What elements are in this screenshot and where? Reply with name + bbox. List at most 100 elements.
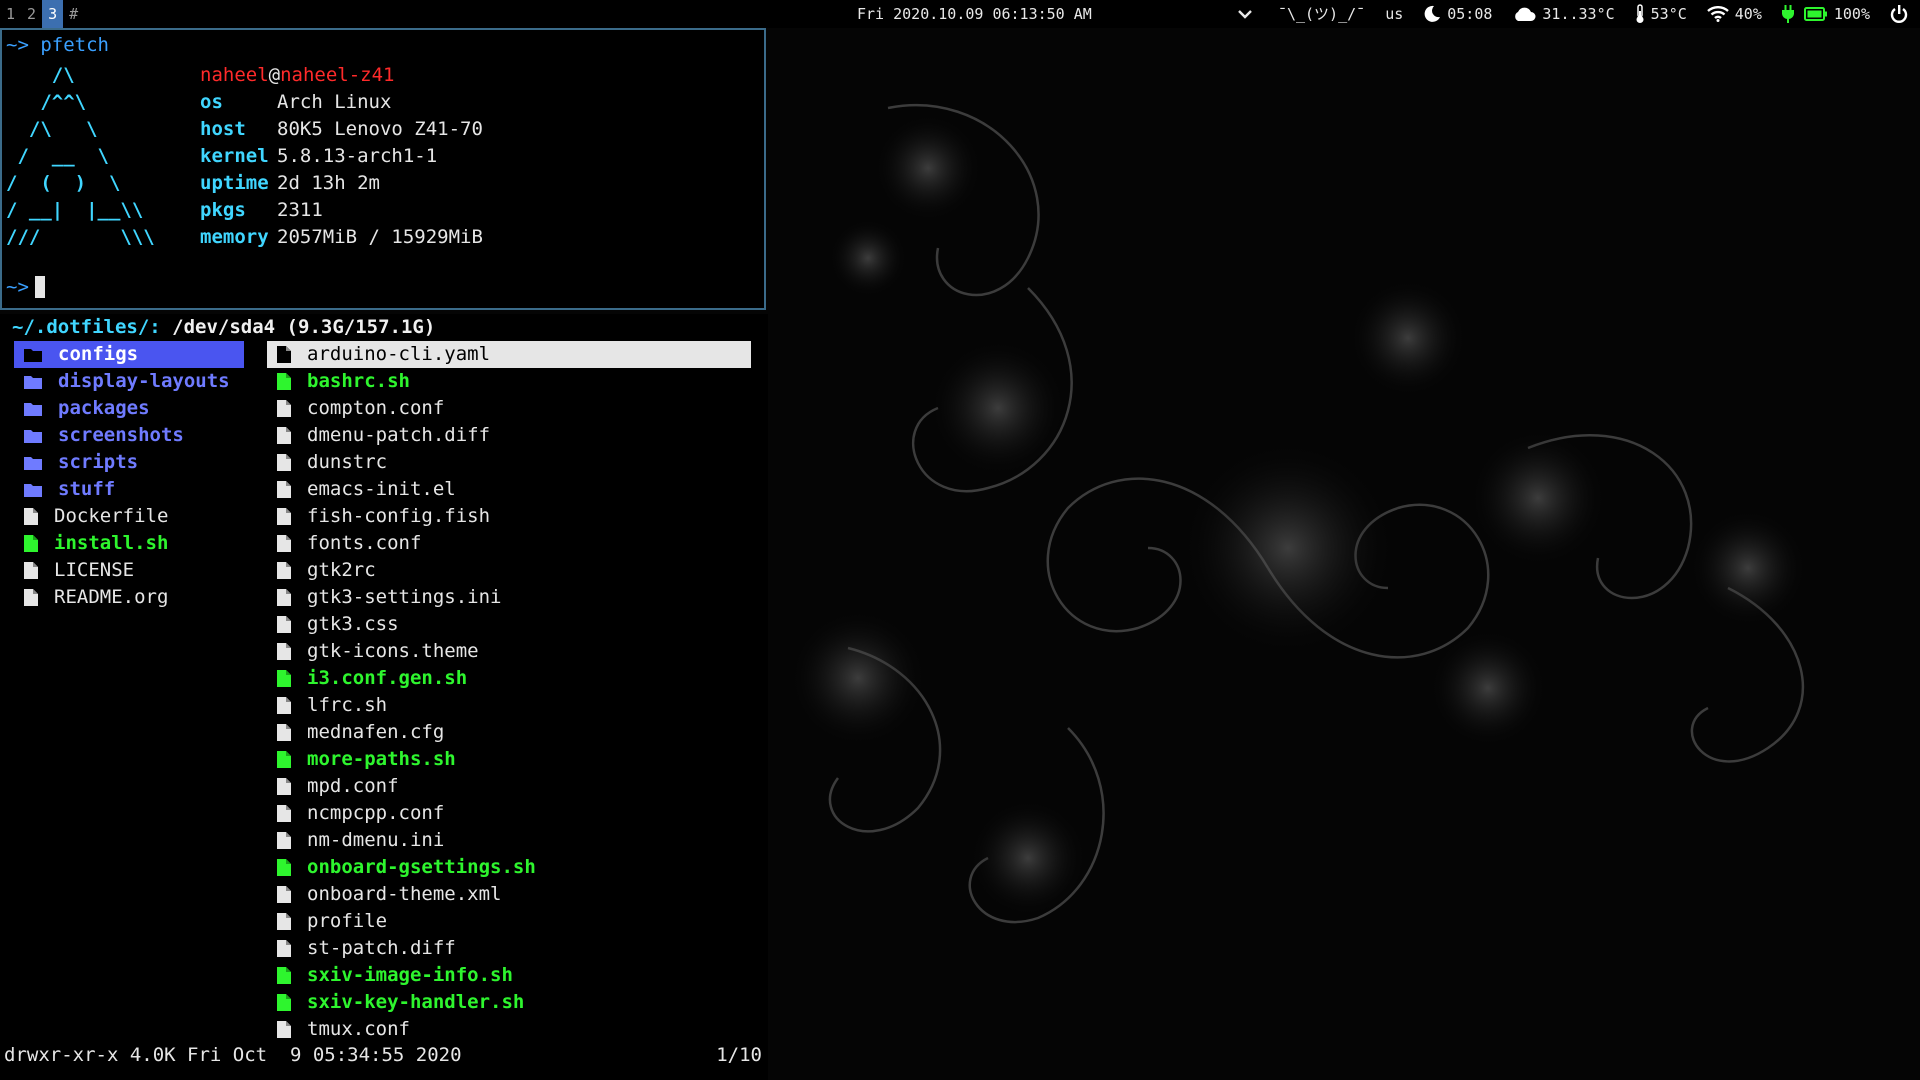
- list-item[interactable]: Dockerfile: [14, 503, 244, 530]
- list-item[interactable]: fish-config.fish: [267, 503, 751, 530]
- list-item[interactable]: gtk2rc: [267, 557, 751, 584]
- prompt-line-active[interactable]: ~>: [6, 274, 45, 301]
- list-item[interactable]: emacs-init.el: [267, 476, 751, 503]
- list-item[interactable]: packages: [14, 395, 244, 422]
- list-item[interactable]: onboard-theme.xml: [267, 881, 751, 908]
- list-item[interactable]: st-patch.diff: [267, 935, 751, 962]
- list-item[interactable]: i3.conf.gen.sh: [267, 665, 751, 692]
- list-item[interactable]: README.org: [14, 584, 244, 611]
- list-item[interactable]: scripts: [14, 449, 244, 476]
- command-text: pfetch: [40, 34, 109, 56]
- item-name: mpd.conf: [307, 775, 399, 797]
- file-icon: [277, 967, 291, 984]
- menu-toggle[interactable]: [1238, 9, 1258, 19]
- folder-icon: [24, 401, 42, 416]
- keyboard-layout[interactable]: us: [1385, 0, 1403, 28]
- list-item[interactable]: configs: [14, 341, 244, 368]
- list-item[interactable]: gtk3-settings.ini: [267, 584, 751, 611]
- list-item[interactable]: bashrc.sh: [267, 368, 751, 395]
- item-name: gtk3-settings.ini: [307, 586, 502, 608]
- list-item[interactable]: more-paths.sh: [267, 746, 751, 773]
- item-name: st-patch.diff: [307, 937, 456, 959]
- list-item[interactable]: sxiv-key-handler.sh: [267, 989, 751, 1016]
- file-icon: [24, 562, 38, 579]
- cloud-icon: [1515, 7, 1536, 21]
- list-item[interactable]: onboard-gsettings.sh: [267, 854, 751, 881]
- item-name: sxiv-key-handler.sh: [307, 991, 525, 1013]
- weather: 31..33°C: [1512, 0, 1615, 28]
- file-icon: [277, 373, 291, 390]
- file-icon: [24, 589, 38, 606]
- list-item[interactable]: compton.conf: [267, 395, 751, 422]
- file-icon: [277, 616, 291, 633]
- workspace-1[interactable]: 1: [0, 0, 21, 28]
- username: naheel: [200, 64, 269, 86]
- list-item[interactable]: fonts.conf: [267, 530, 751, 557]
- list-item[interactable]: display-layouts: [14, 368, 244, 395]
- list-item[interactable]: nm-dmenu.ini: [267, 827, 751, 854]
- power-button[interactable]: [1890, 5, 1914, 23]
- list-item[interactable]: lfrc.sh: [267, 692, 751, 719]
- file-info-status: drwxr-xr-x 4.0K Fri Oct 9 05:34:55 2020: [4, 1044, 462, 1066]
- list-item[interactable]: ncmpcpp.conf: [267, 800, 751, 827]
- item-name: nm-dmenu.ini: [307, 829, 445, 851]
- file-icon: [277, 508, 291, 525]
- battery-icon: [1803, 7, 1827, 21]
- item-name: install.sh: [54, 532, 169, 554]
- list-item[interactable]: sxiv-image-info.sh: [267, 962, 751, 989]
- battery-text: 100%: [1833, 5, 1870, 23]
- file-icon: [277, 346, 291, 363]
- preview-directory-list: arduino-cli.yaml bashrc.sh compton.conf dme…: [267, 341, 751, 1043]
- list-item[interactable]: gtk3.css: [267, 611, 751, 638]
- wifi-text: 40%: [1734, 5, 1762, 23]
- list-item[interactable]: install.sh: [14, 530, 244, 557]
- list-item[interactable]: arduino-cli.yaml: [267, 341, 751, 368]
- folder-icon: [24, 455, 42, 470]
- workspace-4[interactable]: #: [63, 0, 84, 28]
- clock: Fri 2020.10.09 06:13:50 AM: [857, 5, 1092, 23]
- list-item[interactable]: mednafen.cfg: [267, 719, 751, 746]
- fractal-wallpaper: [768, 28, 1920, 1080]
- workspace-2[interactable]: 2: [21, 0, 42, 28]
- file-icon: [24, 535, 38, 552]
- file-icon: [277, 859, 291, 876]
- list-item[interactable]: LICENSE: [14, 557, 244, 584]
- workspace-3[interactable]: 3: [42, 0, 64, 28]
- info-key: pkgs: [200, 199, 246, 221]
- item-name: gtk3.css: [307, 613, 399, 635]
- list-item[interactable]: dmenu-patch.diff: [267, 422, 751, 449]
- battery: 100%: [1781, 0, 1870, 28]
- list-item[interactable]: stuff: [14, 476, 244, 503]
- file-icon: [277, 643, 291, 660]
- info-key: kernel: [200, 145, 269, 167]
- workspace-switcher: 1 2 3 #: [0, 0, 84, 28]
- pfetch-info: naheel @ naheel-z41 os Arch Linux host 80K5 L…: [200, 62, 483, 251]
- item-name: i3.conf.gen.sh: [307, 667, 468, 689]
- folder-icon: [24, 374, 42, 389]
- item-name: arduino-cli.yaml: [307, 343, 491, 365]
- file-icon: [277, 751, 291, 768]
- file-icon: [277, 454, 291, 471]
- terminal-pfetch[interactable]: ~> pfetch /\ /^^\ /\ \ / __ \ / ( ) \ / …: [0, 28, 766, 310]
- position-counter: 1/10: [716, 1044, 762, 1066]
- arch-ascii-logo: /\ /^^\ /\ \ / __ \ / ( ) \ / __| |__\\ …: [6, 64, 155, 248]
- item-name: sxiv-image-info.sh: [307, 964, 513, 986]
- shrug-text: ¯\_(ツ)_/¯: [1277, 5, 1366, 23]
- list-item[interactable]: gtk-icons.theme: [267, 638, 751, 665]
- item-name: gtk2rc: [307, 559, 376, 581]
- wifi[interactable]: 40%: [1706, 0, 1762, 28]
- item-name: fonts.conf: [307, 532, 422, 554]
- list-item[interactable]: screenshots: [14, 422, 244, 449]
- list-item[interactable]: dunstrc: [267, 449, 751, 476]
- file-icon: [277, 832, 291, 849]
- temperature: 53°C: [1635, 0, 1687, 28]
- info-row-uptime: uptime 2d 13h 2m: [200, 170, 483, 197]
- list-item[interactable]: mpd.conf: [267, 773, 751, 800]
- list-item[interactable]: tmux.conf: [267, 1016, 751, 1043]
- item-name: display-layouts: [58, 370, 230, 392]
- item-name: stuff: [58, 478, 116, 500]
- list-item[interactable]: profile: [267, 908, 751, 935]
- file-manager-lf[interactable]: ~/.dotfiles/: /dev/sda4 (9.3G/157.1G) co…: [0, 314, 768, 1080]
- info-value: 2d 13h 2m: [277, 172, 380, 194]
- file-icon: [277, 697, 291, 714]
